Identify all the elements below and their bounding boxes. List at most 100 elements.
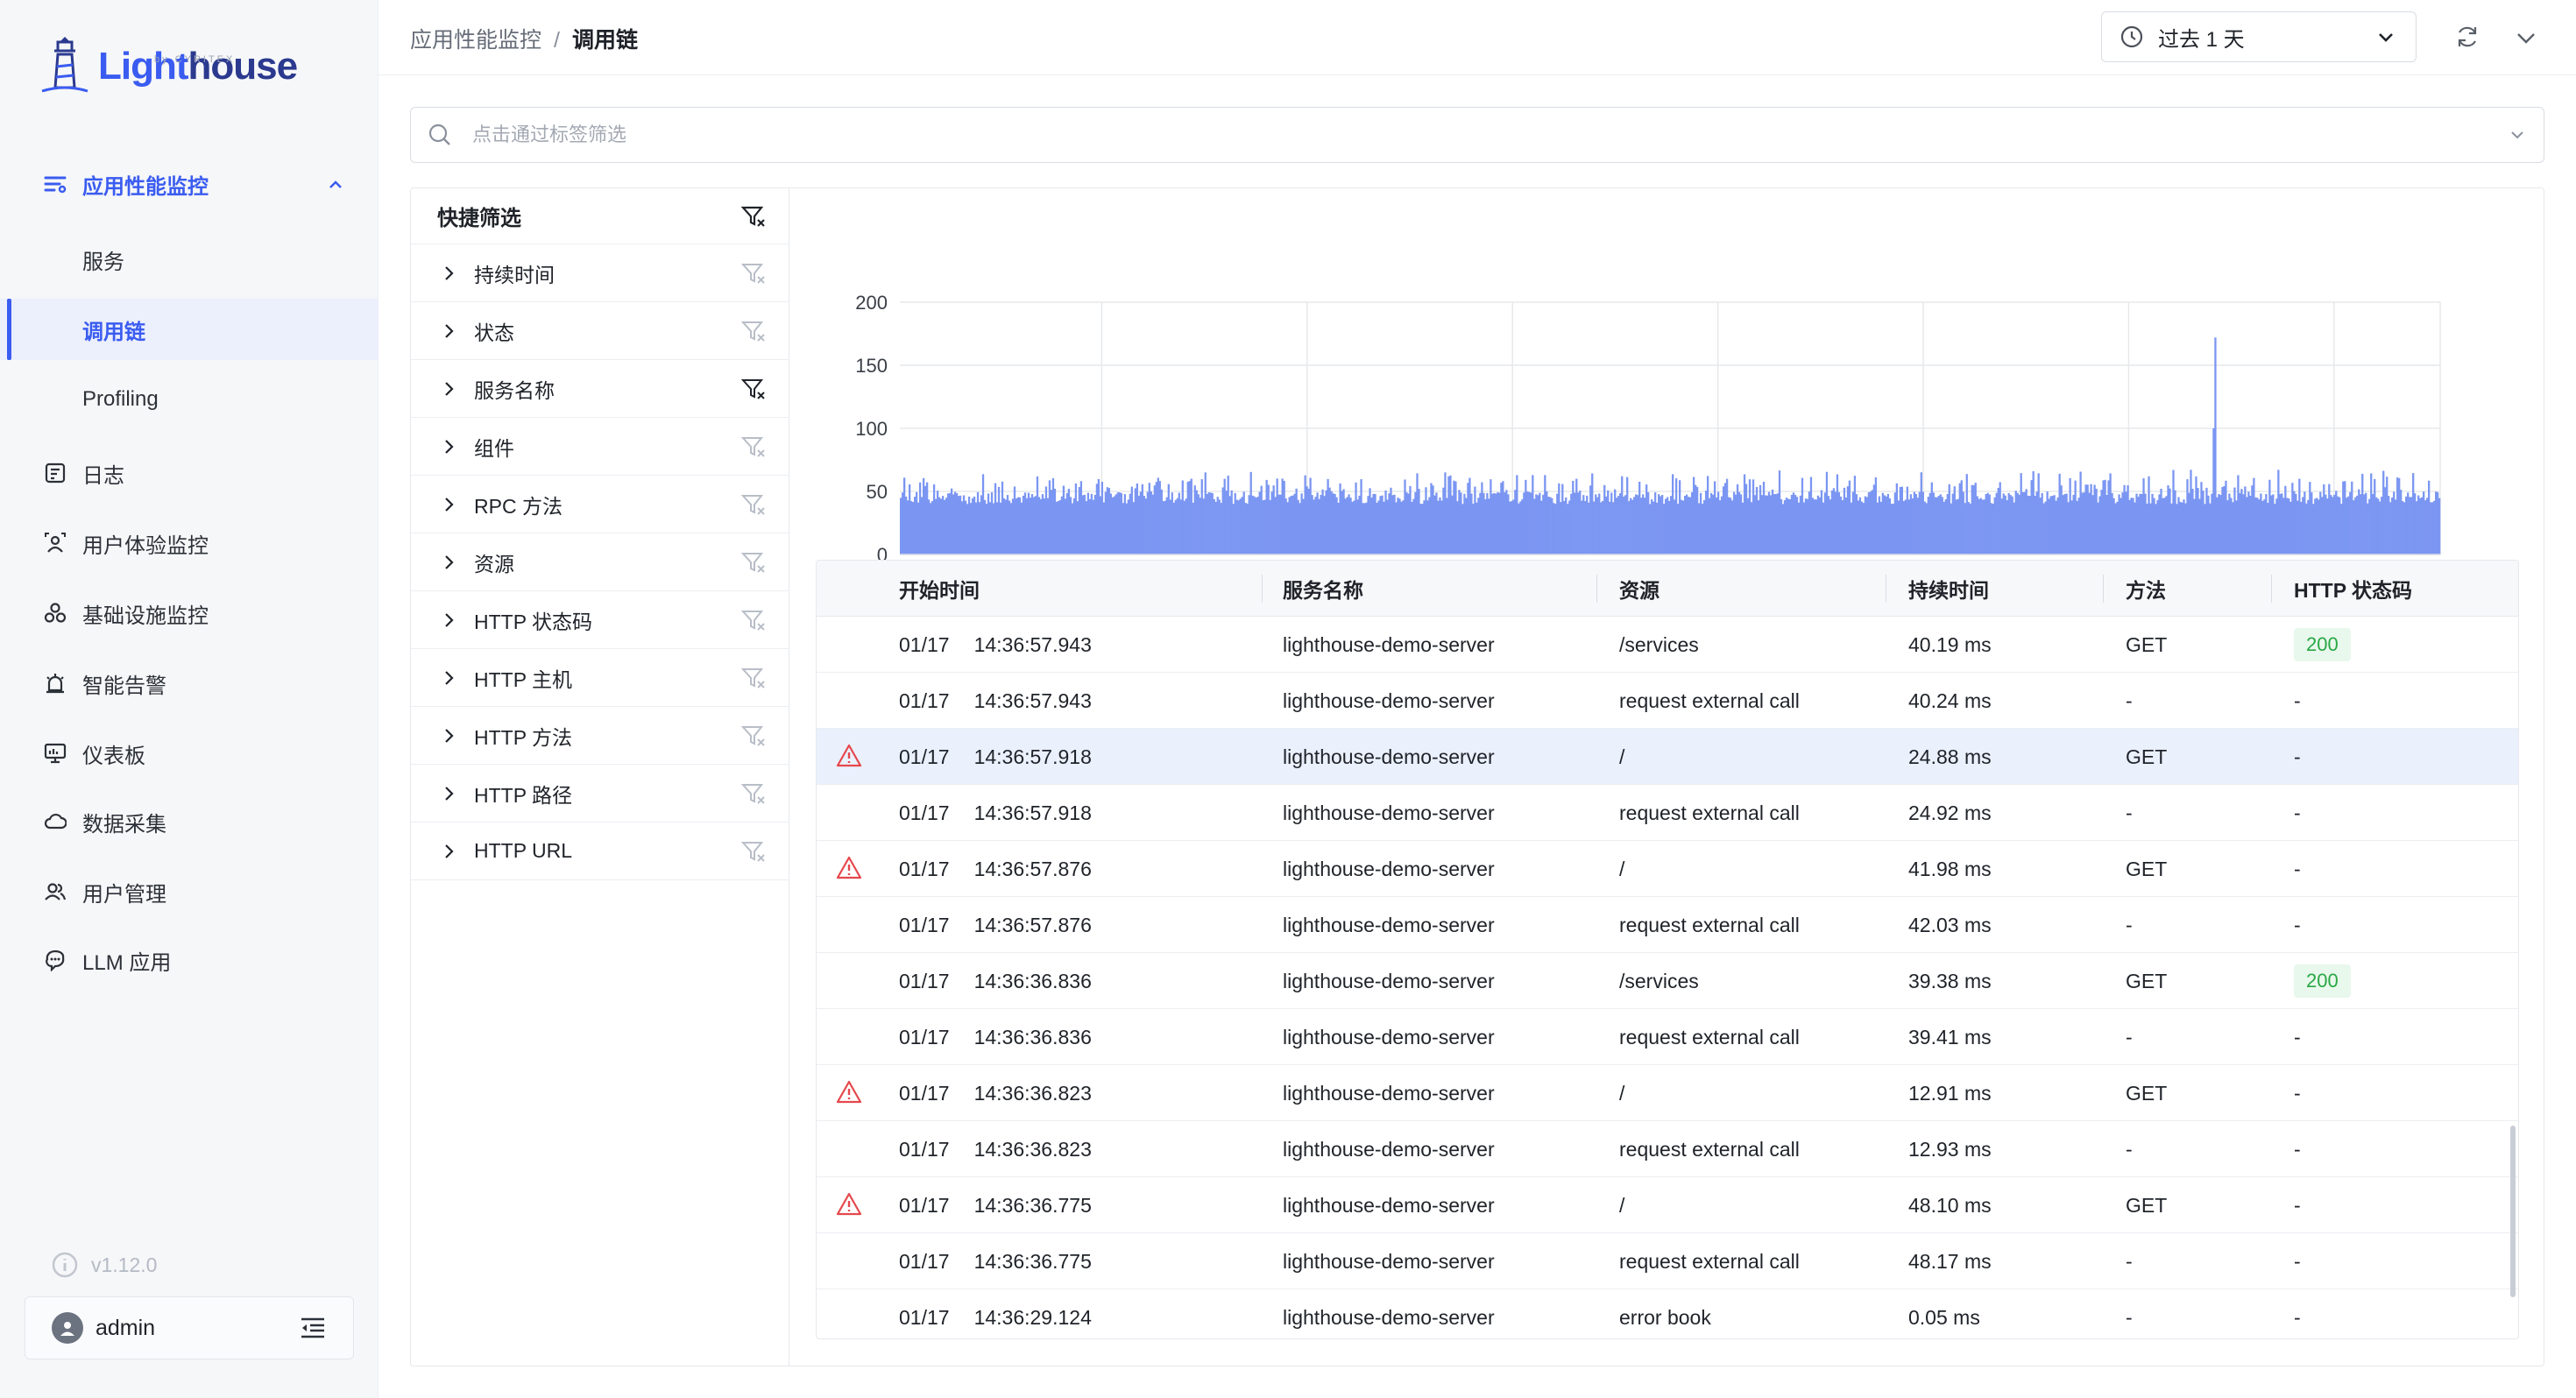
bar [1841, 500, 1844, 554]
bar [2105, 495, 2108, 554]
clear-filter-icon[interactable] [740, 549, 767, 575]
bar [2288, 498, 2290, 554]
table-row[interactable]: 01/17 14:36:57.876 lighthouse-demo-server /… [817, 841, 2518, 897]
filter-group[interactable]: RPC 方法 [411, 476, 789, 533]
time-range-select[interactable]: 过去 1 天 [2101, 11, 2417, 62]
sidebar-item-users[interactable]: 用户管理 [0, 864, 379, 920]
bar [1694, 484, 1697, 554]
bar [1353, 500, 1355, 554]
collapse-sidebar-icon[interactable] [299, 1316, 327, 1340]
sidebar-item-infra[interactable]: 基础设施监控 [0, 585, 379, 641]
breadcrumb-parent[interactable]: 应用性能监控 [410, 28, 541, 53]
bar [2041, 493, 2043, 554]
bar [1141, 484, 1143, 554]
sidebar-item-apm[interactable]: 应用性能监控 [0, 156, 379, 212]
clear-filter-icon[interactable] [740, 491, 767, 518]
bar [1776, 493, 1780, 554]
bar [1246, 503, 1249, 554]
bar [2230, 498, 2233, 554]
filter-group[interactable]: HTTP URL [411, 823, 789, 880]
filter-group[interactable]: HTTP 方法 [411, 707, 789, 765]
sidebar-item-rum[interactable]: 用户体验监控 [0, 515, 379, 571]
table-row[interactable]: 01/17 14:36:57.918 lighthouse-demo-server r… [817, 785, 2518, 841]
bar [1976, 496, 1978, 554]
filter-group[interactable]: HTTP 路径 [411, 765, 789, 823]
cell-date: 01/17 [899, 688, 950, 712]
sidebar-item-alarm[interactable]: 智能告警 [0, 655, 379, 711]
clear-filter-icon[interactable] [740, 376, 767, 402]
table-row[interactable]: 01/17 14:36:36.823 lighthouse-demo-server r… [817, 1121, 2518, 1177]
bar [927, 499, 931, 554]
table-row[interactable]: 01/17 14:36:36.775 lighthouse-demo-server /… [817, 1177, 2518, 1233]
bar [2389, 502, 2392, 554]
sidebar-item-llm[interactable]: LLM 应用 [0, 932, 379, 988]
column-header-http-status[interactable]: HTTP 状态码 [2294, 561, 2412, 617]
filter-group-label: 状态 [474, 321, 514, 344]
tag-filter-input[interactable] [472, 117, 2488, 152]
sidebar-item-logs[interactable]: 日志 [0, 445, 379, 501]
clear-filter-icon[interactable] [740, 260, 767, 286]
bar [2135, 493, 2138, 554]
clear-filter-icon[interactable] [740, 434, 767, 460]
table-row[interactable]: 01/17 14:36:57.943 lighthouse-demo-server r… [817, 673, 2518, 729]
table-row[interactable]: 01/17 14:36:36.775 lighthouse-demo-server r… [817, 1233, 2518, 1289]
bar [1697, 503, 1701, 554]
bar [1668, 500, 1671, 554]
clear-filter-icon[interactable] [740, 318, 767, 344]
clear-filter-icon[interactable] [740, 607, 767, 633]
clear-filter-icon[interactable] [740, 780, 767, 807]
bar [2396, 477, 2399, 554]
chevron-right-icon [445, 439, 454, 454]
bar [1050, 490, 1053, 554]
clear-filter-icon[interactable] [740, 723, 767, 749]
bar [1162, 501, 1164, 554]
sidebar-item-profiling[interactable]: Profiling [0, 371, 379, 427]
table-scrollbar[interactable] [2510, 1126, 2516, 1297]
table-row[interactable]: 01/17 14:36:29.124 lighthouse-demo-server e… [817, 1289, 2518, 1338]
sidebar-item-collect[interactable]: 数据采集 [0, 794, 379, 850]
filter-group[interactable]: 状态 [411, 302, 789, 360]
bar [1907, 499, 1910, 554]
column-header-method[interactable]: 方法 [2126, 561, 2166, 617]
cell-service: lighthouse-demo-server [1283, 913, 1495, 936]
bar [1051, 477, 1055, 554]
table-row[interactable]: 01/17 14:36:57.918 lighthouse-demo-server /… [817, 729, 2518, 785]
sidebar-item-dashboard[interactable]: 仪表板 [0, 725, 379, 781]
column-header-service[interactable]: 服务名称 [1283, 561, 1363, 617]
clear-filter-icon[interactable] [740, 838, 767, 865]
bar [1398, 498, 1401, 554]
bar [1334, 493, 1336, 554]
column-header-start-time[interactable]: 开始时间 [899, 561, 980, 617]
sidebar-item-label: LLM 应用 [82, 950, 172, 975]
column-header-resource[interactable]: 资源 [1619, 561, 1660, 617]
bar [1269, 499, 1271, 554]
bar [1876, 502, 1879, 554]
clear-filter-icon[interactable] [740, 203, 767, 229]
filter-group[interactable]: 资源 [411, 533, 789, 591]
bar [1299, 503, 1301, 554]
bar [1412, 498, 1415, 554]
bar [1362, 503, 1364, 554]
filter-group[interactable]: 组件 [411, 418, 789, 476]
app-logo[interactable]: Lighthouse [39, 35, 298, 96]
clear-filter-icon[interactable] [740, 665, 767, 691]
table-row[interactable]: 01/17 14:36:36.836 lighthouse-demo-server /… [817, 953, 2518, 1009]
tag-filter-bar[interactable] [410, 107, 2544, 163]
table-row[interactable]: 01/17 14:36:57.943 lighthouse-demo-server /… [817, 617, 2518, 673]
bar [1461, 504, 1464, 554]
filter-group[interactable]: 持续时间 [411, 244, 789, 302]
refresh-icon[interactable] [2453, 23, 2481, 51]
table-row[interactable]: 01/17 14:36:36.823 lighthouse-demo-server /… [817, 1065, 2518, 1121]
user-menu[interactable]: admin [25, 1296, 354, 1359]
filter-group[interactable]: HTTP 状态码 [411, 591, 789, 649]
filter-group[interactable]: HTTP 主机 [411, 649, 789, 707]
sidebar-item-traces[interactable]: 调用链 [0, 299, 379, 360]
column-header-duration[interactable]: 持续时间 [1908, 561, 1989, 617]
filter-group[interactable]: 服务名称 [411, 360, 789, 418]
sidebar-item-services[interactable]: 服务 [0, 231, 379, 287]
bar [2027, 495, 2029, 554]
bar [1411, 501, 1413, 554]
table-row[interactable]: 01/17 14:36:36.836 lighthouse-demo-server r… [817, 1009, 2518, 1065]
table-row[interactable]: 01/17 14:36:57.876 lighthouse-demo-server r… [817, 897, 2518, 953]
chevron-down-icon[interactable] [2513, 25, 2539, 51]
